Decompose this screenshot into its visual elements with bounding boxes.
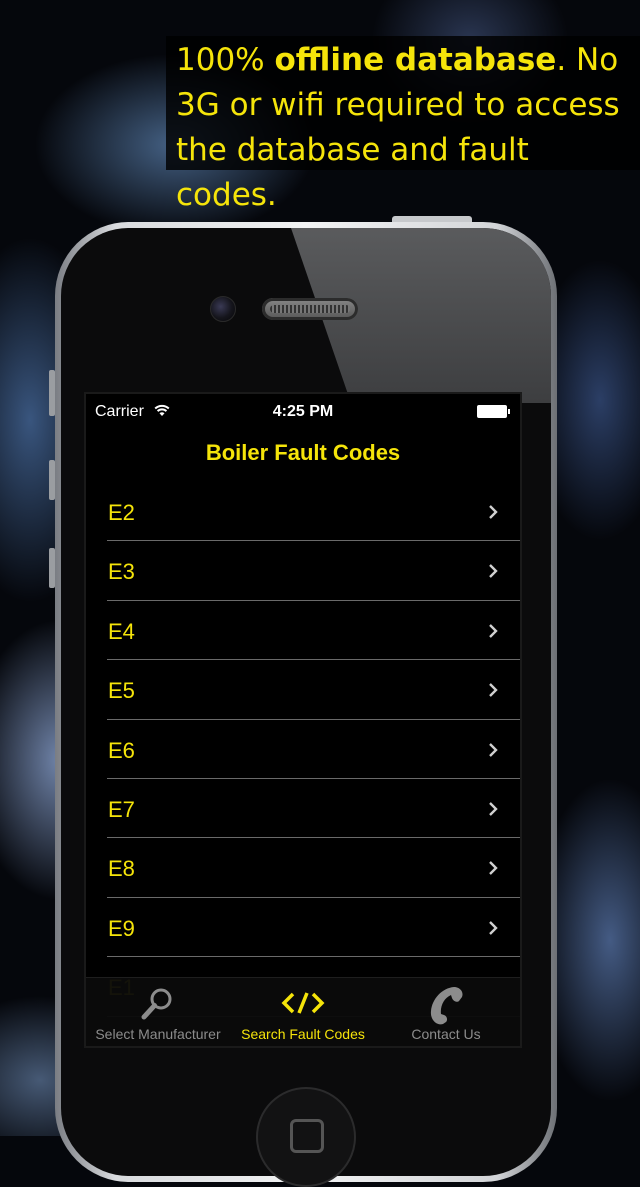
- code-icon: [281, 992, 325, 1014]
- list-item-e3[interactable]: E3: [86, 541, 520, 602]
- search-icon: [141, 988, 172, 1020]
- list-item-label: E9: [108, 915, 135, 941]
- tab-label: Contact Us: [411, 1026, 481, 1042]
- chevron-right-icon: [489, 861, 498, 876]
- chevron-right-icon: [489, 683, 498, 698]
- earpiece-speaker: [262, 298, 358, 320]
- promo-headline: 100% offline database. No 3G or wifi req…: [166, 36, 640, 213]
- list-item-e7[interactable]: E7: [86, 779, 520, 839]
- chevron-right-icon: [489, 564, 498, 579]
- home-button: [256, 1087, 356, 1187]
- chevron-right-icon: [489, 920, 498, 935]
- list-item-label: E2: [108, 500, 135, 525]
- tab-bar: Select Manufacturer Search Fault Codes C…: [86, 977, 520, 1046]
- chevron-right-icon: [489, 742, 498, 757]
- battery-icon: [477, 405, 510, 418]
- front-camera: [210, 296, 236, 322]
- tab-search-fault-codes[interactable]: Search Fault Codes: [231, 978, 375, 1046]
- app-screen: Carrier 4:25 PM Boiler Fault Codes E2 E3…: [86, 394, 520, 1046]
- tab-label: Search Fault Codes: [241, 1026, 365, 1042]
- volume-up-button: [49, 460, 55, 500]
- list-item-e9[interactable]: E9: [86, 898, 520, 958]
- list-item-label: E5: [108, 678, 135, 704]
- volume-down-button: [49, 548, 55, 588]
- phone-icon: [430, 987, 463, 1025]
- fault-code-list: E2 E3 E4 E5 E6 E7 E8 E9: [86, 482, 520, 1017]
- list-item-e8[interactable]: E8: [86, 838, 520, 899]
- list-item-e4[interactable]: E4: [86, 601, 520, 661]
- page-title: Boiler Fault Codes: [205, 440, 401, 465]
- status-time: 4:25 PM: [272, 403, 334, 420]
- list-item-label: E4: [108, 618, 135, 644]
- list-item-e5[interactable]: E5: [86, 660, 520, 720]
- tab-label: Select Manufacturer: [95, 1026, 221, 1042]
- list-item-label: E6: [108, 737, 135, 763]
- chevron-right-icon: [489, 623, 498, 638]
- chevron-right-icon: [489, 802, 498, 816]
- list-item-label: E7: [108, 796, 135, 822]
- list-item-e2[interactable]: E2: [86, 482, 520, 542]
- chevron-right-icon: [489, 505, 498, 519]
- list-item-label: E8: [108, 856, 135, 882]
- status-bar: Carrier 4:25 PM: [86, 394, 520, 430]
- promo-prefix: 100%: [176, 42, 275, 78]
- list-item-e6[interactable]: E6: [86, 720, 520, 780]
- tab-contact-us[interactable]: Contact Us: [374, 978, 518, 1046]
- promo-bold: offline database: [274, 42, 557, 78]
- tab-select-manufacturer[interactable]: Select Manufacturer: [86, 978, 230, 1046]
- list-item-label: E3: [108, 559, 135, 585]
- mute-switch: [49, 370, 55, 416]
